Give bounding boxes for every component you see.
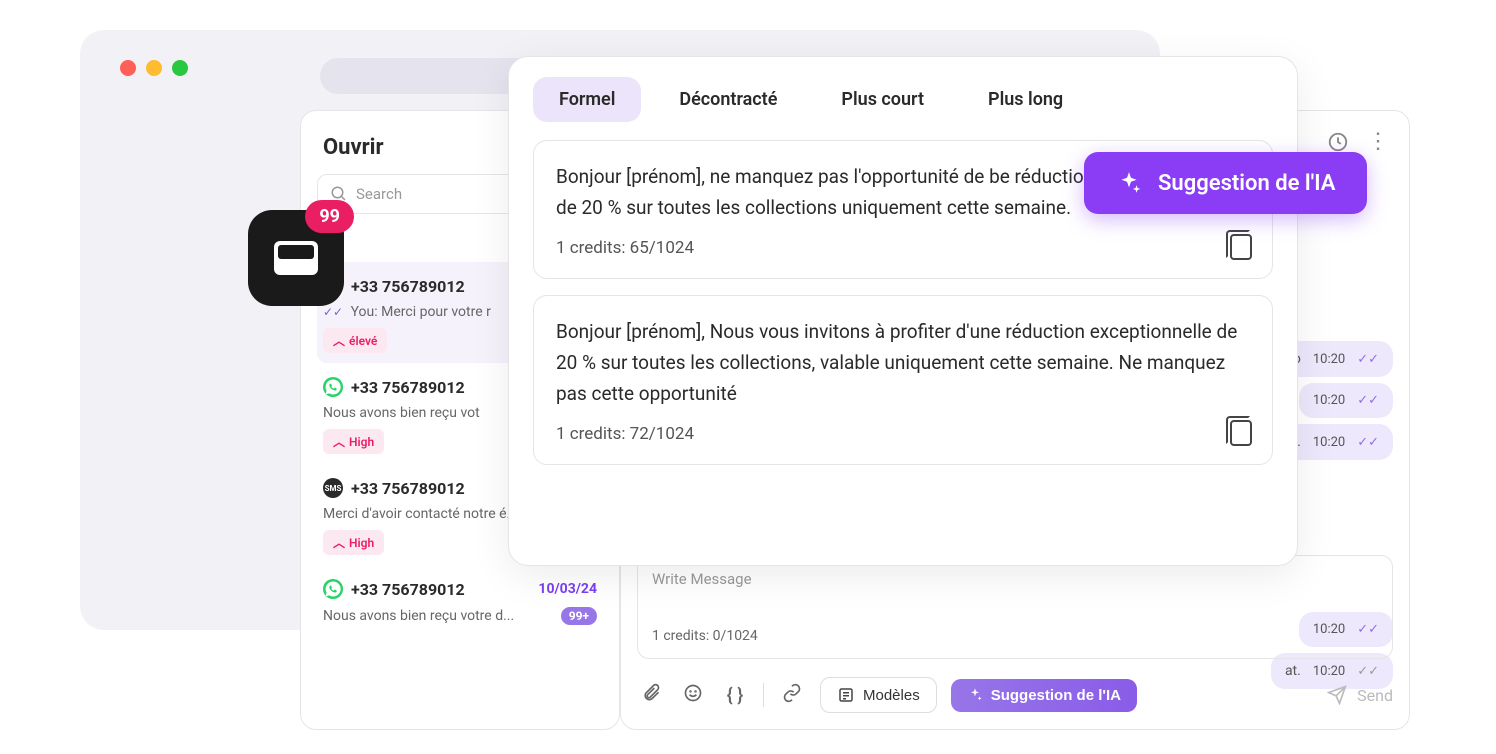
sms-icon: SMS [323,478,343,498]
message-time: 10:20 [1313,393,1345,408]
sparkle-icon [1116,170,1142,196]
app-icon[interactable]: 99 [248,210,344,306]
conversation-number: +33 756789012 [351,580,465,599]
read-check-icon: ✓✓ [1357,352,1379,367]
suggestion-credits: 1 credits: 72/1024 [556,424,1250,444]
chevron-up-icon: ︿ [333,332,345,349]
send-button[interactable]: Send [1327,685,1393,705]
whatsapp-icon [323,377,343,397]
read-check-icon: ✓✓ [1357,393,1379,408]
models-button[interactable]: Modèles [820,677,937,713]
notification-badge: 99 [305,200,354,233]
composer-placeholder: Write Message [652,570,1378,588]
more-icon[interactable]: ⋮ [1367,131,1389,157]
emoji-icon[interactable] [679,683,707,708]
priority-badge: ︿ élevé [323,328,387,353]
suggestion-text: Bonjour [prénom], Nous vous invitons à p… [556,316,1250,410]
copy-icon[interactable] [1230,234,1252,260]
toolbar-divider [763,683,764,707]
priority-badge: ︿ High [323,530,384,555]
composer-toolbar: { } Modèles Suggestion de l'IA Send [637,677,1393,713]
search-placeholder: Search [356,185,402,203]
template-icon [837,686,855,704]
whatsapp-icon [323,579,343,599]
tab-decontracte[interactable]: Décontracté [653,77,803,122]
conversation-date: 10/03/24 [538,581,597,597]
suggestion-credits: 1 credits: 65/1024 [556,238,1250,258]
sparkle-icon [967,687,983,703]
braces-icon[interactable]: { } [721,685,749,706]
ai-suggestion-popup: Formel Décontracté Plus court Plus long … [508,56,1298,566]
conversation-number: +33 756789012 [351,378,465,397]
send-icon [1327,685,1347,705]
check-icon: ✓✓ [323,305,343,319]
read-check-icon: ✓✓ [1357,435,1379,450]
conversation-item[interactable]: +33 756789012 10/03/24 Nous avons bien r… [317,565,603,635]
close-dot[interactable] [120,60,136,76]
tab-plus-court[interactable]: Plus court [815,77,950,122]
chevron-up-icon: ︿ [333,433,345,450]
message-bubble: 10:20 ✓✓ [1299,383,1393,418]
conversation-preview-row: Nous avons bien reçu votre d... 99+ [323,607,597,625]
tab-plus-long[interactable]: Plus long [962,77,1089,122]
link-icon[interactable] [778,683,806,708]
chevron-up-icon: ︿ [333,534,345,551]
message-time: 10:20 [1313,435,1345,450]
tone-tabs: Formel Décontracté Plus court Plus long [533,77,1273,122]
copy-icon[interactable] [1230,420,1252,446]
message-time: 10:20 [1313,352,1345,367]
tab-formel[interactable]: Formel [533,77,641,122]
conversation-number: +33 756789012 [351,479,465,498]
minimize-dot[interactable] [146,60,162,76]
unread-count-badge: 99+ [561,607,597,625]
composer-credits: 1 credits: 0/1024 [652,628,1378,644]
priority-badge: ︿ High [323,429,384,454]
conversation-number: +33 756789012 [351,277,465,296]
suggestion-card[interactable]: Bonjour [prénom], Nous vous invitons à p… [533,295,1273,465]
maximize-dot[interactable] [172,60,188,76]
message-composer[interactable]: Write Message 1 credits: 0/1024 [637,555,1393,659]
ai-suggestion-float-button[interactable]: Suggestion de l'IA [1084,152,1367,214]
ai-suggestion-button[interactable]: Suggestion de l'IA [951,679,1137,712]
inbox-icon [274,241,318,275]
attachment-icon[interactable] [637,683,665,708]
